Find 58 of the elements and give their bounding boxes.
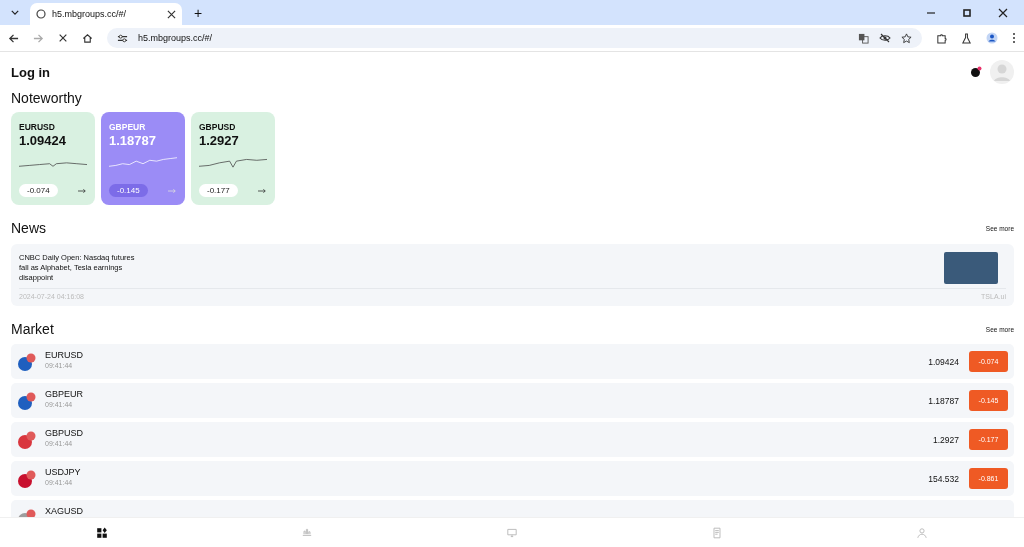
symbol-text: GBPEUR <box>45 389 83 399</box>
card-price: 1.09424 <box>19 133 66 148</box>
symbol-text: XAGUSD <box>45 506 83 516</box>
symbol-text: GBPUSD <box>45 428 83 438</box>
symbol-text: USDJPY <box>45 467 81 477</box>
price-text: 1.18787 <box>928 395 959 406</box>
price-text: 1.09424 <box>928 356 959 367</box>
site-settings-icon[interactable] <box>117 32 128 44</box>
flask-icon[interactable] <box>961 32 972 44</box>
address-bar[interactable]: h5.mbgroups.cc/#/ <box>107 28 922 48</box>
arrow-icon[interactable] <box>258 187 267 194</box>
sparkline <box>109 156 177 168</box>
chevron-down-icon[interactable] <box>11 10 19 15</box>
notification-icon[interactable] <box>970 66 982 78</box>
change-pill: -0.145 <box>109 184 148 197</box>
translate-icon[interactable] <box>858 32 869 44</box>
sparkline <box>199 156 267 168</box>
profile-icon[interactable] <box>986 32 998 44</box>
restore-icon[interactable] <box>962 7 972 18</box>
home-icon[interactable] <box>82 32 93 44</box>
back-icon[interactable] <box>8 32 19 44</box>
card-price: 1.2927 <box>199 133 239 148</box>
extensions-icon[interactable] <box>936 32 947 44</box>
symbol-text: EURUSD <box>45 350 83 360</box>
stop-icon[interactable] <box>58 33 68 43</box>
change-pill: -0.074 <box>19 184 58 197</box>
menu-icon[interactable] <box>1012 32 1016 44</box>
currency-flag-icon <box>17 430 37 450</box>
eye-off-icon[interactable] <box>879 32 891 44</box>
currency-flag-icon <box>17 352 37 372</box>
card-price: 1.18787 <box>109 133 156 148</box>
section-title: News <box>11 220 46 236</box>
quote-card[interactable]: EURUSD 1.09424 -0.074 <box>11 112 95 205</box>
home-icon[interactable] <box>96 526 109 539</box>
quote-card[interactable]: GBPUSD 1.2927 -0.177 <box>191 112 275 205</box>
star-icon[interactable] <box>901 32 912 44</box>
section-title: Noteworthy <box>11 90 83 106</box>
globe-icon <box>36 9 46 19</box>
photo-placeholder <box>944 252 998 284</box>
change-pill: -0.177 <box>199 184 238 197</box>
currency-flag-icon <box>17 391 37 411</box>
card-symbol: GBPUSD <box>199 122 236 132</box>
browser-tab[interactable]: h5.mbgroups.cc/#/ <box>30 3 182 25</box>
arrow-icon[interactable] <box>78 187 87 194</box>
login-link[interactable]: Log in <box>11 64 50 80</box>
tab-title: h5.mbgroups.cc/#/ <box>52 9 128 19</box>
price-text: 154.532 <box>928 473 959 484</box>
market-row[interactable]: XAGUSD <box>11 500 1014 517</box>
currency-flag-icon <box>17 469 37 489</box>
close-icon[interactable] <box>167 9 176 19</box>
card-symbol: GBPEUR <box>109 122 146 132</box>
close-icon[interactable] <box>998 7 1008 18</box>
new-tab-button[interactable]: + <box>188 4 209 21</box>
price-text: 1.2927 <box>933 434 959 445</box>
section-title: Market <box>11 321 54 337</box>
card-symbol: EURUSD <box>19 122 55 132</box>
url-text: h5.mbgroups.cc/#/ <box>138 33 213 43</box>
quote-card[interactable]: GBPEUR 1.18787 -0.145 <box>101 112 185 205</box>
